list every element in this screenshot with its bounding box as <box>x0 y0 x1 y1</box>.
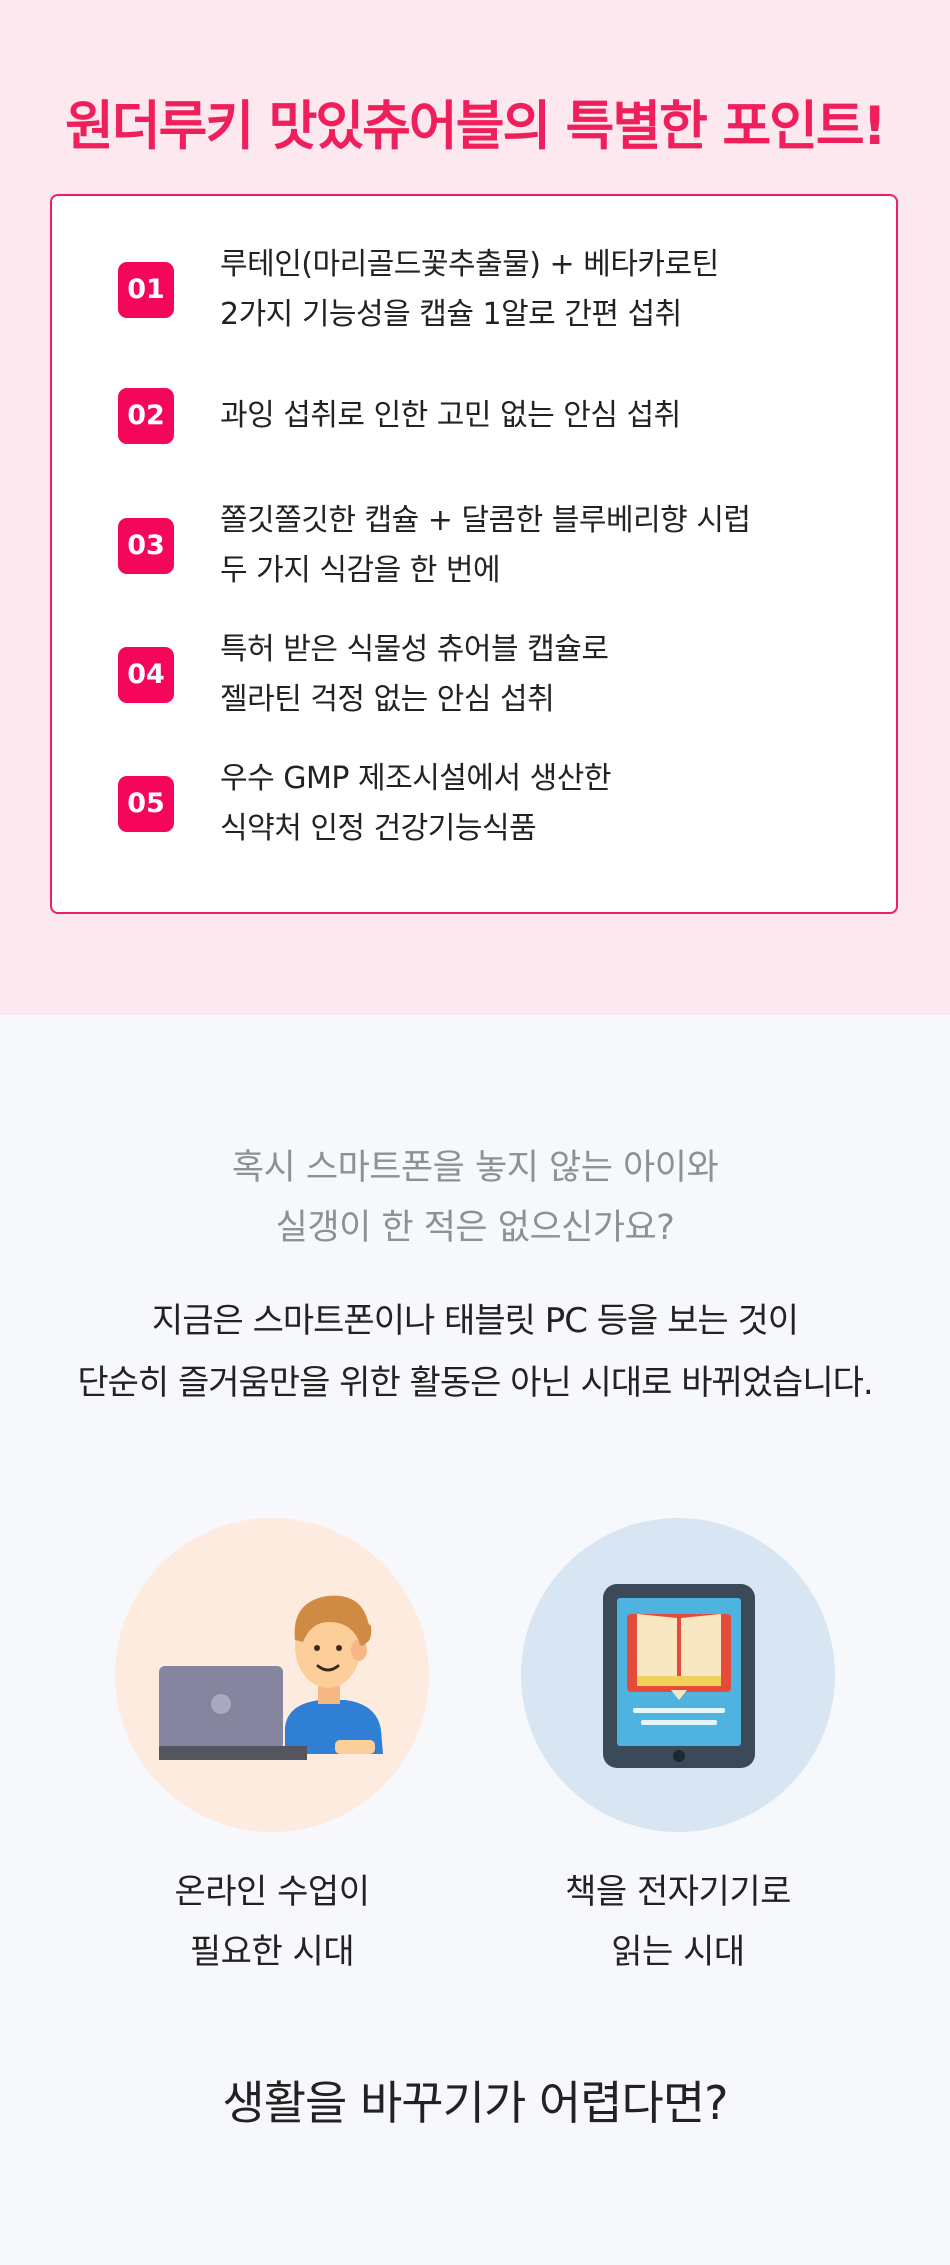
laptop-student-icon <box>159 1595 383 1760</box>
era-ebook: 책을 전자기기로 읽는 시대 <box>521 1518 835 1982</box>
era-label-line: 필요한 시대 <box>189 1932 355 1972</box>
lead-statement-line: 단순히 즐거움만을 위한 활동은 아닌 시대로 바뀌었습니다. <box>77 1363 873 1403</box>
point-line: 특허 받은 식물성 츄어블 캡슐로 <box>220 632 609 667</box>
closing-question: 생활을 바꾸기가 어렵다면? <box>222 2076 728 2130</box>
lead-statement-line: 지금은 스마트폰이나 태블릿 PC 등을 보는 것이 <box>151 1301 799 1341</box>
point-line: 쫄깃쫄깃한 캡슐 + 달콤한 블루베리향 시럽 <box>220 503 751 538</box>
lead-question-line: 혹시 스마트폰을 놓지 않는 아이와 <box>231 1148 719 1188</box>
point-line: 식약처 인정 건강기능식품 <box>220 811 537 846</box>
point-line: 과잉 섭취로 인한 고민 없는 안심 섭취 <box>220 398 681 433</box>
point-item-05: 05 우수 GMP 제조시설에서 생산한 식약처 인정 건강기능식품 <box>52 752 792 862</box>
lead-question: 혹시 스마트폰을 놓지 않는 아이와 실갱이 한 적은 없으신가요? <box>0 1138 950 1258</box>
point-line: 두 가지 식감을 한 번에 <box>220 553 501 588</box>
era-label-line: 읽는 시대 <box>611 1932 745 1972</box>
era-online-class: 온라인 수업이 필요한 시대 <box>115 1518 429 1982</box>
point-badge: 01 <box>118 262 174 318</box>
points-section: 원더루키 맛있츄어블의 특별한 포인트! 01 루테인(마리골드꽃추출물) + … <box>0 0 950 1015</box>
point-line: 2가지 기능성을 캡슐 1알로 간편 섭취 <box>220 297 682 332</box>
era-label: 온라인 수업이 필요한 시대 <box>115 1862 429 1982</box>
point-badge: 04 <box>118 647 174 703</box>
point-text: 루테인(마리골드꽃추출물) + 베타카로틴 2가지 기능성을 캡슐 1알로 간편… <box>220 240 840 340</box>
point-text: 특허 받은 식물성 츄어블 캡슐로 젤라틴 걱정 없는 안심 섭취 <box>220 625 840 725</box>
point-text: 쫄깃쫄깃한 캡슐 + 달콤한 블루베리향 시럽 두 가지 식감을 한 번에 <box>220 496 840 596</box>
point-line: 우수 GMP 제조시설에서 생산한 <box>220 761 611 796</box>
era-label: 책을 전자기기로 읽는 시대 <box>521 1862 835 1982</box>
era-label-line: 책을 전자기기로 <box>565 1872 791 1912</box>
era-label-line: 온라인 수업이 <box>174 1872 371 1912</box>
points-box: 01 루테인(마리골드꽃추출물) + 베타카로틴 2가지 기능성을 캡슐 1알로… <box>50 194 898 914</box>
point-badge: 03 <box>118 518 174 574</box>
tablet-book-icon <box>603 1584 755 1768</box>
point-badge: 05 <box>118 776 174 832</box>
point-item-02: 02 과잉 섭취로 인한 고민 없는 안심 섭취 <box>52 366 792 476</box>
point-line: 젤라틴 걱정 없는 안심 섭취 <box>220 682 555 717</box>
era-circle <box>521 1518 835 1832</box>
point-item-04: 04 특허 받은 식물성 츄어블 캡슐로 젤라틴 걱정 없는 안심 섭취 <box>52 623 792 733</box>
point-item-01: 01 루테인(마리골드꽃추출물) + 베타카로틴 2가지 기능성을 캡슐 1알로… <box>52 236 792 346</box>
point-text: 우수 GMP 제조시설에서 생산한 식약처 인정 건강기능식품 <box>220 754 840 854</box>
point-line: 루테인(마리골드꽃추출물) + 베타카로틴 <box>220 247 719 282</box>
point-item-03: 03 쫄깃쫄깃한 캡슐 + 달콤한 블루베리향 시럽 두 가지 식감을 한 번에 <box>52 494 792 604</box>
lead-statement: 지금은 스마트폰이나 태블릿 PC 등을 보는 것이 단순히 즐거움만을 위한 … <box>0 1290 950 1414</box>
point-badge: 02 <box>118 388 174 444</box>
points-title: 원더루키 맛있츄어블의 특별한 포인트! <box>65 96 887 157</box>
era-circle <box>115 1518 429 1832</box>
lead-question-line: 실갱이 한 적은 없으신가요? <box>275 1208 675 1248</box>
point-text: 과잉 섭취로 인한 고민 없는 안심 섭취 <box>220 391 840 441</box>
